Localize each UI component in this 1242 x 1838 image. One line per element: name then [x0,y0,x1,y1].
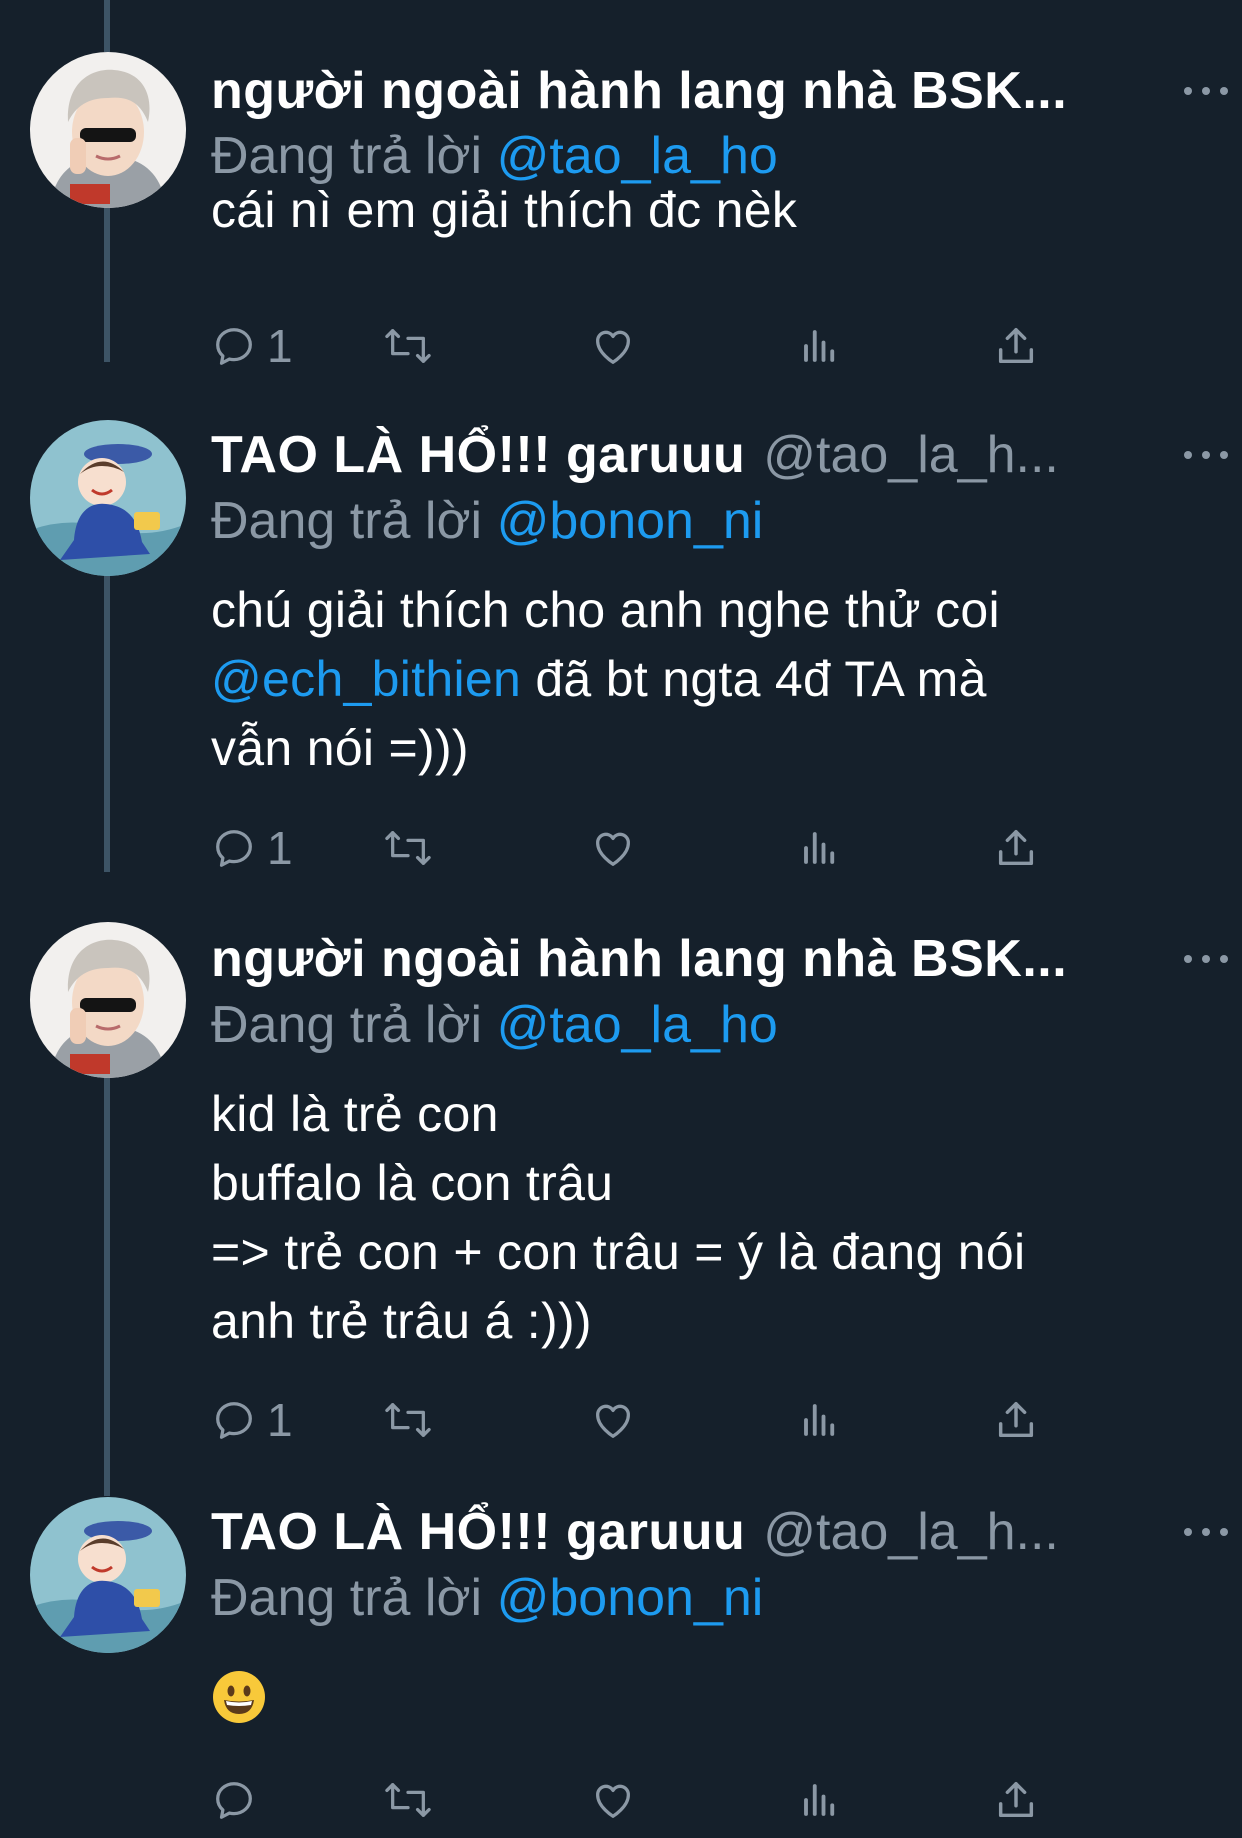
share-button[interactable] [993,1770,1039,1830]
reply-button[interactable] [211,1770,257,1830]
avatar-cartoon-blue-image [30,1497,186,1653]
views-button[interactable] [799,1770,841,1830]
retweet-icon [385,1783,431,1817]
reply-icon [216,1782,252,1819]
share-icon [998,1781,1034,1818]
action-bar [211,1770,1091,1830]
replying-to: Đang trả lời @bonon_ni [211,1568,763,1634]
avatar[interactable] [30,1497,186,1653]
like-button[interactable] [589,1770,637,1830]
display-name[interactable]: TAO LÀ HỔ!!! garuuu [211,1502,745,1562]
views-icon [804,1784,835,1816]
more-icon[interactable] [1184,1522,1228,1542]
tweet[interactable]: TAO LÀ HỔ!!! garuuu @tao_la_h... Đang tr… [0,0,1242,1838]
grinning-face-emoji-icon [213,1671,265,1723]
like-icon [596,1784,630,1818]
replying-to-mention[interactable]: @bonon_ni [497,1569,764,1627]
tweet-header: TAO LÀ HỔ!!! garuuu @tao_la_h... [211,1497,1228,1567]
user-handle[interactable]: @tao_la_h... [763,1502,1059,1562]
replying-to-label: Đang trả lời [211,1569,483,1627]
grinning-face-emoji [211,1669,267,1725]
retweet-button[interactable] [383,1770,433,1830]
